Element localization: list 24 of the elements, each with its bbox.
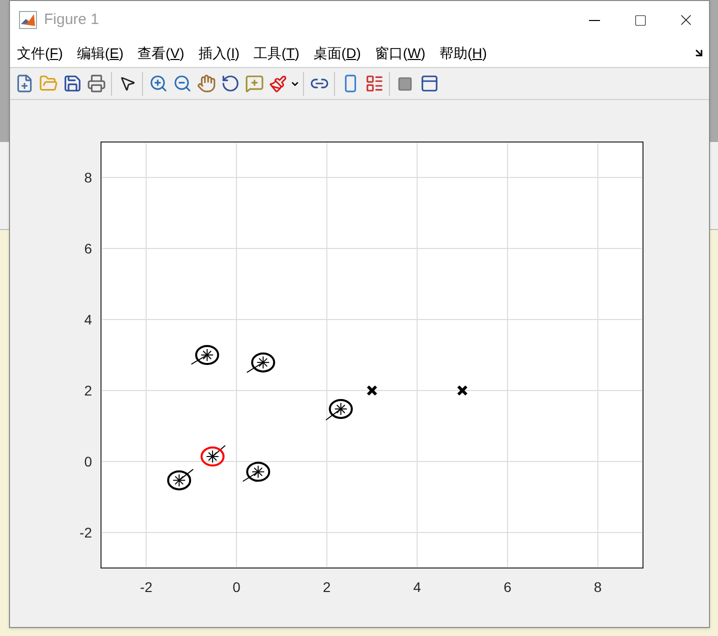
x-tick-label: -2 — [140, 579, 152, 595]
y-tick-label: 6 — [84, 240, 92, 256]
y-tick-label: -2 — [80, 524, 92, 540]
y-tick-label: 2 — [84, 382, 92, 398]
x-tick-label: 4 — [413, 579, 422, 595]
x-tick-label: 2 — [322, 579, 331, 595]
menu-item[interactable]: 窗口(W) — [374, 42, 426, 64]
y-tick-label: 4 — [84, 312, 92, 328]
menu-item[interactable]: 工具(T) — [254, 42, 300, 64]
maximize-icon — [634, 14, 646, 26]
x-tick-label: 8 — [594, 579, 602, 595]
menu-item[interactable]: 插入(I) — [198, 42, 240, 64]
app-logo-icon — [19, 11, 37, 29]
menu-item[interactable]: 帮助(H) — [439, 42, 487, 64]
dock-icon[interactable] — [693, 47, 705, 59]
y-tick-label: 8 — [84, 170, 92, 186]
window-title: Figure 1 — [44, 10, 100, 30]
menu-item[interactable]: 查看(V) — [138, 42, 184, 64]
y-tick-label: 0 — [84, 454, 92, 470]
menu-item[interactable]: 桌面(D) — [313, 42, 361, 64]
menu-item[interactable]: 文件(F) — [17, 42, 63, 64]
x-tick-label: 0 — [232, 579, 240, 595]
menu-item[interactable]: 编辑(E) — [76, 42, 124, 64]
x-tick-label: 6 — [504, 579, 512, 595]
